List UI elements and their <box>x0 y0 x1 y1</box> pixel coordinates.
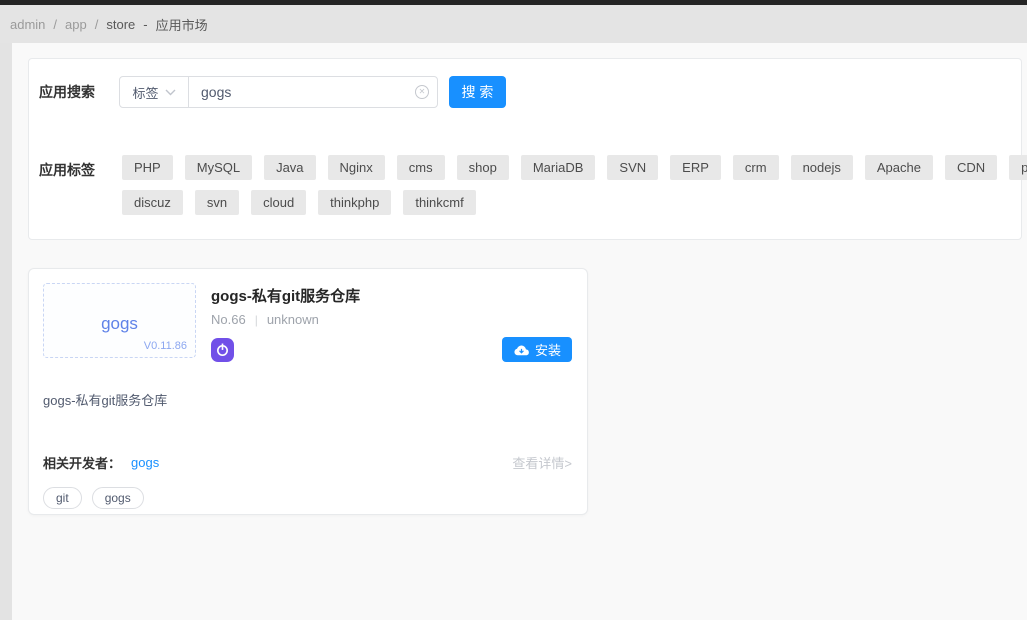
app-tag[interactable]: CDN <box>944 155 998 180</box>
app-tag[interactable]: shop <box>456 155 509 180</box>
developer-row: 相关开发者： gogs 查看详情> <box>43 453 572 472</box>
tags-label: 应用标签 <box>39 162 95 178</box>
app-version: V0.11.86 <box>143 340 187 352</box>
search-input[interactable] <box>188 76 438 108</box>
search-button[interactable]: 搜 索 <box>449 76 506 108</box>
app-tag[interactable]: cloud <box>251 190 307 215</box>
tag-chip-row: PHP MySQL Java Nginx cms shop MariaDB SVN ERP crm… <box>122 155 1027 180</box>
breadcrumb-separator: / <box>53 16 58 32</box>
breadcrumb-item-app[interactable]: app <box>65 17 87 32</box>
app-card-tag[interactable]: git <box>43 487 82 509</box>
search-input-wrap <box>188 76 438 108</box>
app-card-header: gogs V0.11.86 gogs-私有git服务仓库 No.66 | unk… <box>43 283 572 362</box>
breadcrumb-separator: / <box>94 16 99 32</box>
tag-rows: PHP MySQL Java Nginx cms shop MariaDB SVN ERP crm… <box>122 155 1027 215</box>
breadcrumb-item-admin[interactable]: admin <box>10 17 45 32</box>
breadcrumb-dash: - <box>143 16 148 32</box>
view-details-link[interactable]: 查看详情> <box>512 453 572 472</box>
meta-divider: | <box>254 312 258 327</box>
tags-row: 应用标签 PHP MySQL Java Nginx cms shop MariaDB SVN E… <box>39 155 1027 215</box>
developer-link[interactable]: gogs <box>131 455 159 470</box>
main-content: 应用搜索 标签 搜 索 应用标签 PHP MySQL Java Nginx cmssho… <box>12 43 1027 620</box>
app-tag[interactable]: nodejs <box>790 155 853 180</box>
app-number: No.66 <box>211 312 246 327</box>
chevron-down-icon <box>165 89 175 95</box>
app-tag[interactable]: crm <box>732 155 779 180</box>
app-logo-text: gogs <box>101 313 138 333</box>
install-label: 安装 <box>534 343 561 358</box>
app-logo: gogs V0.11.86 <box>43 283 196 358</box>
app-tag[interactable]: MySQL <box>184 155 253 180</box>
app-tag[interactable]: SVN <box>607 155 659 180</box>
app-tag[interactable]: discuz <box>122 190 183 215</box>
app-description: gogs-私有git服务仓库 <box>43 393 168 408</box>
breadcrumb-item-store[interactable]: store <box>106 17 135 32</box>
cloud-download-icon <box>514 345 529 355</box>
app-tag[interactable]: phpMyAdmin <box>1009 155 1027 180</box>
power-icon <box>211 337 234 362</box>
app-meta: No.66 | unknown <box>211 312 572 327</box>
select-value: 标签 <box>132 85 159 101</box>
tag-chip-row: discuz svn cloud thinkphp thinkcmf <box>122 190 1027 215</box>
app-tag[interactable]: thinkphp <box>318 190 392 215</box>
app-card: gogs V0.11.86 gogs-私有git服务仓库 No.66 | unk… <box>28 268 588 515</box>
app-card-info: gogs-私有git服务仓库 No.66 | unknown 安装 <box>211 283 572 362</box>
app-status: unknown <box>266 312 319 327</box>
app-tag[interactable]: cms <box>396 155 445 180</box>
app-tag[interactable]: PHP <box>122 155 173 180</box>
app-card-tag[interactable]: gogs <box>91 487 144 509</box>
search-panel: 应用搜索 标签 搜 索 应用标签 PHP MySQL Java Nginx cmssho… <box>28 58 1027 240</box>
app-tag[interactable]: Apache <box>864 155 933 180</box>
search-label: 应用搜索 <box>39 84 95 100</box>
app-tag[interactable]: svn <box>194 190 240 215</box>
install-button[interactable]: 安装 <box>501 337 572 362</box>
app-action-row: 安装 <box>211 337 572 362</box>
breadcrumb: admin / app / store - 应用市场 <box>0 5 1027 43</box>
app-tag[interactable]: Java <box>264 155 316 180</box>
app-tag-pills: git gogs <box>43 487 572 509</box>
tag-type-select[interactable]: 标签 <box>119 76 189 108</box>
search-input-group: 标签 <box>119 76 438 108</box>
clear-icon[interactable] <box>415 85 429 99</box>
app-tag[interactable]: MariaDB <box>520 155 596 180</box>
search-row: 应用搜索 标签 搜 索 <box>39 76 1021 108</box>
page-title: 应用市场 <box>155 17 208 33</box>
app-tag[interactable]: ERP <box>670 155 721 180</box>
app-tag[interactable]: Nginx <box>327 155 385 180</box>
developer-label: 相关开发者： <box>43 456 122 471</box>
app-title: gogs-私有git服务仓库 <box>211 288 361 305</box>
app-tag[interactable]: thinkcmf <box>403 190 476 215</box>
